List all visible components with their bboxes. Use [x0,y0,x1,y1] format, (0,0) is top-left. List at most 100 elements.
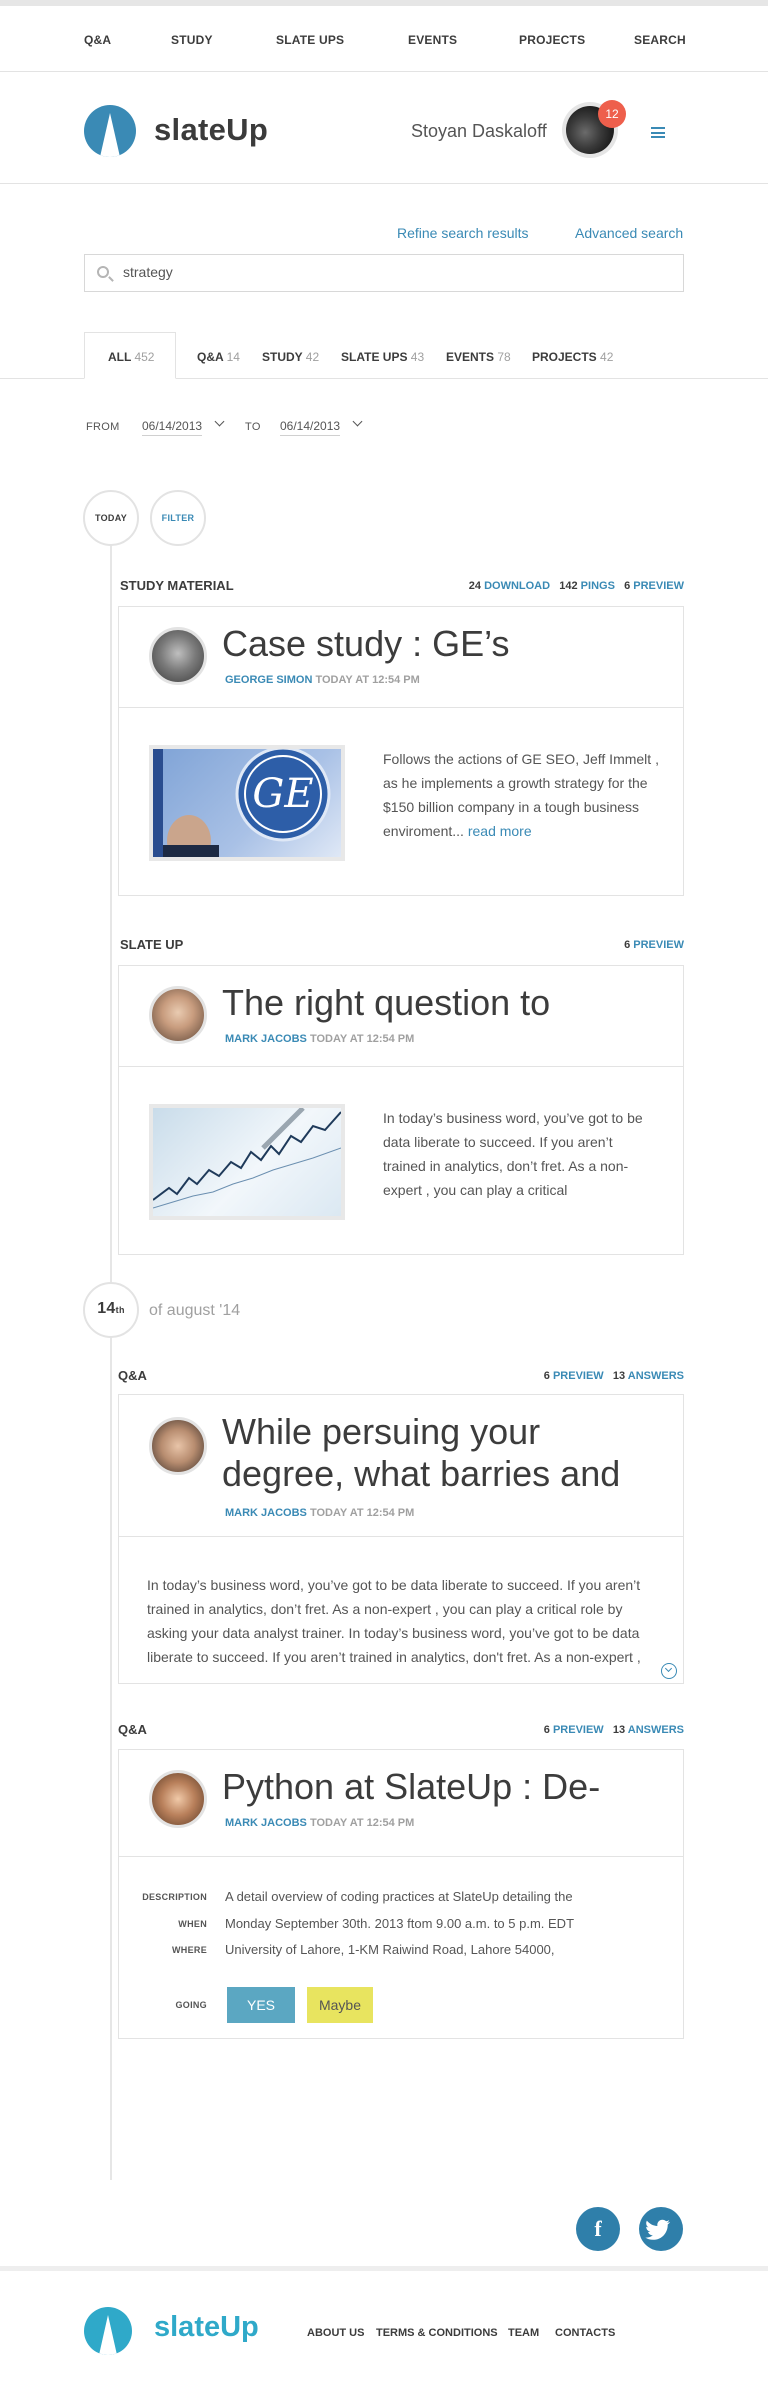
qa-card[interactable]: While persuing your degree, what barries… [118,1394,684,1684]
advanced-search-link[interactable]: Advanced search [575,225,683,241]
read-more-link[interactable]: read more [468,823,532,839]
stock-chart-icon [153,1108,341,1209]
event-card[interactable]: Python at SlateUp : De- MARK JACOBS TODA… [118,1749,684,2039]
footer-team-link[interactable]: TEAM [508,2327,539,2339]
tab-projects[interactable]: PROJECTS 42 [532,350,613,364]
to-date[interactable]: 06/14/2013 [280,419,341,436]
nav-projects[interactable]: PROJECTS [519,33,585,47]
card-description: In today’s business word, you’ve got to … [147,1577,641,1665]
answers-link[interactable]: ANSWERS [628,1370,684,1382]
section-label: Q&A [118,1722,147,1737]
nav-qa[interactable]: Q&A [84,33,111,47]
download-link[interactable]: DOWNLOAD [484,580,550,592]
notification-badge[interactable]: 12 [598,100,626,128]
footer-logo-icon[interactable] [84,2307,132,2355]
author-avatar[interactable] [149,627,207,685]
menu-icon[interactable] [651,127,665,138]
going-label: GOING [175,2000,207,2010]
card-divider [119,1066,683,1067]
item-stats: 6 PREVIEW [530,939,684,951]
stat-number: 6 [543,1370,550,1382]
when-value: Monday September 30th. 2013 ftom 9.00 a.… [225,1916,575,1931]
refine-search-link[interactable]: Refine search results [397,225,529,241]
preview-link[interactable]: PREVIEW [553,1370,604,1382]
preview-link[interactable]: PREVIEW [633,939,684,951]
search-box[interactable] [84,254,684,292]
expand-icon[interactable] [661,1663,677,1679]
yes-button[interactable]: YES [227,1987,295,2023]
twitter-bird-icon [645,2219,671,2240]
tab-events[interactable]: EVENTS 78 [446,350,511,364]
preview-link[interactable]: PREVIEW [633,580,684,592]
chevron-down-icon[interactable] [352,416,363,427]
filter-button[interactable]: FILTER [150,490,206,546]
stock-chart-thumbnail[interactable] [149,1104,345,1220]
nav-search[interactable]: SEARCH [634,33,686,47]
footer-about-link[interactable]: ABOUT US [307,2327,364,2339]
to-label: TO [245,421,261,433]
tab-qa[interactable]: Q&A 14 [197,350,240,364]
today-button[interactable]: TODAY [83,490,139,546]
tab-label: EVENTS [446,350,495,364]
author-avatar[interactable] [149,1417,207,1475]
day-suffix: th [115,1305,125,1315]
author-name[interactable]: MARK JACOBS [225,1033,307,1045]
pings-link[interactable]: PINGS [581,580,615,592]
slate-up-card[interactable]: The right question to MARK JACOBS TODAY … [118,965,684,1255]
tab-study[interactable]: STUDY 42 [262,350,319,364]
item-stats: 24 DOWNLOAD 142 PINGS 6 PREVIEW [430,580,684,592]
footer-logo-text[interactable]: slateUp [154,2311,259,2344]
tab-label: SLATE UPS [341,350,408,364]
ge-thumbnail[interactable]: GE [149,745,345,861]
from-date[interactable]: 06/14/2013 [142,419,203,436]
card-meta: MARK JACOBS TODAY AT 12:54 PM [225,1817,414,1829]
tab-slate-ups[interactable]: SLATE UPS 43 [341,350,424,364]
chevron-down-icon[interactable] [214,416,225,427]
tab-count: 14 [226,350,240,364]
stat-number: 142 [559,580,578,592]
nav-study[interactable]: STUDY [171,33,213,47]
tab-count: 43 [410,350,425,364]
author-name[interactable]: MARK JACOBS [225,1507,307,1519]
author-avatar[interactable] [149,986,207,1044]
study-card[interactable]: Case study : GE’s GEORGE SIMON TODAY AT … [118,606,684,896]
stat-number: 6 [624,939,631,951]
footer-terms-link[interactable]: TERMS & CONDITIONS [376,2327,498,2339]
tab-label: ALL [108,350,132,364]
logo-text[interactable]: slateUp [154,112,268,148]
nav-events[interactable]: EVENTS [408,33,457,47]
card-title[interactable]: The right question to [222,982,550,1024]
tab-count: 452 [134,350,155,364]
card-title[interactable]: Case study : GE’s [222,623,509,665]
stat-number: 13 [612,1724,626,1736]
answers-link[interactable]: ANSWERS [628,1724,684,1736]
card-description: Follows the actions of GE SEO, Jeff Imme… [383,747,673,843]
author-name[interactable]: GEORGE SIMON [225,674,312,686]
tab-label: PROJECTS [532,350,597,364]
card-title[interactable]: Python at SlateUp : De- [222,1766,600,1808]
card-divider [119,1536,683,1537]
nav-slate-ups[interactable]: SLATE UPS [276,33,344,47]
card-meta: MARK JACOBS TODAY AT 12:54 PM [225,1033,414,1045]
section-label: SLATE UP [120,937,184,952]
tab-label: STUDY [262,350,303,364]
card-divider [119,1856,683,1857]
twitter-icon[interactable] [639,2207,683,2251]
logo-icon[interactable] [84,105,136,157]
author-avatar[interactable] [149,1770,207,1828]
card-title[interactable]: While persuing your degree, what barries… [222,1411,642,1495]
search-input[interactable] [123,264,663,280]
stat-number: 6 [543,1724,550,1736]
author-name[interactable]: MARK JACOBS [225,1817,307,1829]
footer-contacts-link[interactable]: CONTACTS [555,2327,615,2339]
user-name[interactable]: Stoyan Daskaloff [411,121,547,142]
tab-all[interactable]: ALL 452 [108,350,154,364]
where-label: WHERE [172,1945,207,1955]
stat-number: 6 [624,580,631,592]
preview-link[interactable]: PREVIEW [553,1724,604,1736]
stat-number: 13 [612,1370,626,1382]
facebook-icon[interactable]: f [576,2207,620,2251]
maybe-button[interactable]: Maybe [307,1987,373,2023]
from-label: FROM [86,421,120,433]
section-label: Q&A [118,1368,147,1383]
